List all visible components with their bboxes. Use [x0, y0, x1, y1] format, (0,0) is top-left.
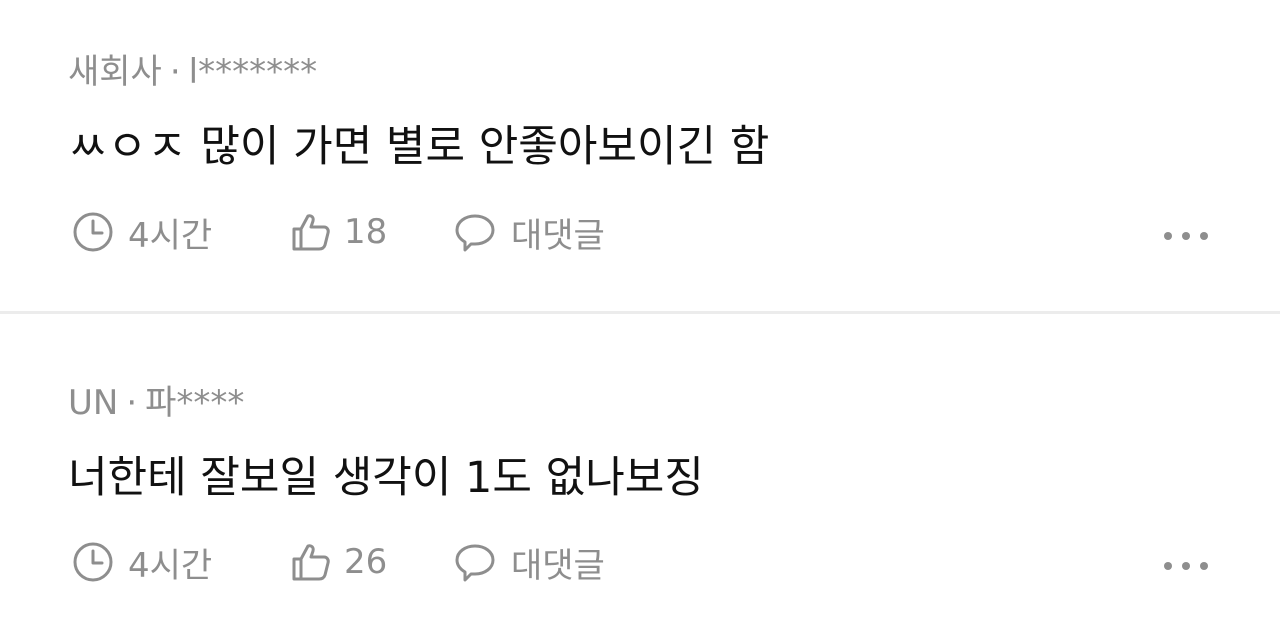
speech-bubble-icon — [455, 544, 495, 582]
more-button[interactable] — [1164, 546, 1208, 586]
more-dots-icon — [1164, 232, 1172, 240]
time-label: 4시간 — [128, 545, 213, 586]
more-button[interactable] — [1164, 216, 1208, 256]
comment-meta: UN · 파**** — [68, 375, 244, 424]
meta-separator: · — [126, 383, 138, 423]
comment-time: 4시간 — [72, 202, 212, 262]
more-dots-icon — [1164, 562, 1172, 570]
reply-button[interactable]: 대댓글 — [453, 532, 605, 592]
clock-icon — [73, 212, 113, 252]
more-dot — [1200, 232, 1208, 240]
speech-bubble-icon — [455, 214, 495, 252]
like-button[interactable]: 26 — [290, 532, 387, 592]
reply-label: 대댓글 — [511, 545, 605, 586]
clock-icon — [73, 542, 113, 582]
author-company: 새회사 — [68, 52, 162, 92]
reply-button[interactable]: 대댓글 — [453, 202, 605, 262]
comment-text: ㅆㅇㅈ 많이 가면 별로 안좋아보이긴 함 — [68, 122, 770, 172]
thumbs-up-icon — [292, 214, 330, 251]
thumbs-up-icon — [292, 544, 330, 581]
more-dot — [1182, 232, 1190, 240]
like-count: 18 — [344, 212, 388, 252]
comment-actions: 4시간 18 대댓글 — [68, 202, 1208, 262]
comment-item: UN · 파**** 너한테 잘보일 생각이 1도 없나보징 4시간 26 대댓글 — [0, 314, 1280, 627]
comment-item: 새회사 · l******* ㅆㅇㅈ 많이 가면 별로 안좋아보이긴 함 4시간 1… — [0, 0, 1280, 312]
like-count: 26 — [344, 542, 388, 582]
author-name: l******* — [188, 52, 318, 92]
comment-time: 4시간 — [72, 532, 212, 592]
comment-meta: 새회사 · l******* — [68, 44, 317, 93]
time-label: 4시간 — [128, 215, 213, 256]
comment-text: 너한테 잘보일 생각이 1도 없나보징 — [68, 453, 704, 503]
meta-separator: · — [169, 52, 181, 92]
comment-actions: 4시간 26 대댓글 — [68, 532, 1208, 592]
more-dot — [1182, 562, 1190, 570]
author-name: 파**** — [145, 383, 245, 423]
like-button[interactable]: 18 — [290, 202, 387, 262]
more-dot — [1200, 562, 1208, 570]
reply-label: 대댓글 — [511, 215, 605, 256]
author-company: UN — [68, 383, 119, 423]
